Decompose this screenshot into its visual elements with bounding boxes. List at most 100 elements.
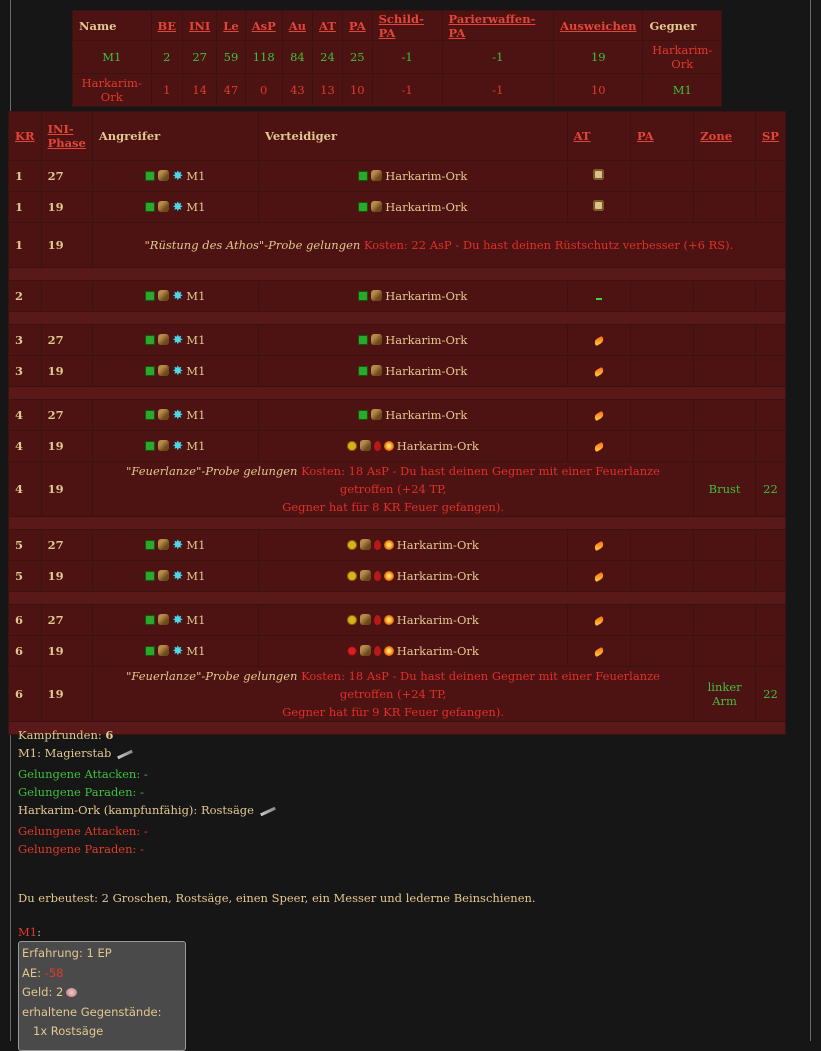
health-icon <box>145 409 156 420</box>
attacker-name[interactable]: M1 <box>186 569 205 583</box>
cell-attacker: ✸ M1 <box>91 560 259 592</box>
cell-attacker: ✸ M1 <box>91 635 259 667</box>
health-icon <box>358 202 369 212</box>
defender-name[interactable]: Harkarim-Ork <box>385 200 467 214</box>
col-le[interactable]: Le <box>216 10 246 41</box>
cell-sp <box>754 635 787 667</box>
health-icon <box>145 334 156 345</box>
spell-message-row: 6 19 "Feuerlanze"-Probe gelungen Kosten: 1… <box>8 666 787 722</box>
m1-parades: Gelungene Paraden: - <box>18 785 144 799</box>
m1-weapon-line: M1: Magierstab <box>18 746 134 760</box>
cell-defender: Harkarim-Ork <box>257 355 568 387</box>
col-asp[interactable]: AsP <box>244 10 283 41</box>
attacker-name[interactable]: M1 <box>186 613 205 627</box>
combat-row: 5 27 ✸ M1 Harkarim-Ork <box>8 529 787 561</box>
cell-sp <box>754 280 787 312</box>
cell-pa <box>629 280 695 312</box>
defender-name[interactable]: Harkarim-Ork <box>385 408 467 422</box>
stance-icon <box>158 169 170 181</box>
cell-zone <box>693 604 756 636</box>
defender-name[interactable]: Harkarim-Ork <box>397 538 479 552</box>
attacker-name[interactable]: M1 <box>186 408 205 422</box>
cell-pa <box>629 399 695 431</box>
round-separator <box>8 591 786 605</box>
defender-name[interactable]: Harkarim-Ork <box>385 364 467 378</box>
stance-icon <box>158 408 170 420</box>
fire-lance-icon <box>592 441 605 453</box>
col-be[interactable]: BE <box>150 10 183 41</box>
col-zone[interactable]: Zone <box>693 111 756 161</box>
cell-be: 1 <box>150 73 183 107</box>
cell-defender: Harkarim-Ork <box>257 324 568 356</box>
cell-at: 24 <box>312 40 343 74</box>
col-ini[interactable]: INI <box>181 10 218 41</box>
col-sp[interactable]: SP <box>754 111 787 161</box>
round-separator <box>8 267 786 281</box>
defender-name[interactable]: Harkarim-Ork <box>385 289 467 303</box>
attacker-name[interactable]: M1 <box>186 333 205 347</box>
col-at[interactable]: AT <box>312 10 343 41</box>
health-icon <box>358 366 369 376</box>
cell-defender: Harkarim-Ork <box>257 399 568 431</box>
cell-zone <box>693 399 756 431</box>
cell-at: 13 <box>312 73 343 107</box>
cell-kr: 3 <box>8 324 42 356</box>
defender-name[interactable]: Harkarim-Ork <box>397 613 479 627</box>
health-icon <box>145 365 156 376</box>
attacker-name[interactable]: M1 <box>186 439 205 453</box>
combat-row: 1 27 ✸ M1 Harkarim-Ork <box>8 160 787 192</box>
cell-defender: Harkarim-Ork <box>257 635 568 667</box>
col-kr[interactable]: KR <box>8 111 42 161</box>
cell-zone <box>693 355 756 387</box>
magic-icon: ✸ <box>172 612 184 628</box>
col-ini-phase[interactable]: INI- Phase <box>40 111 93 161</box>
burning-icon <box>383 615 394 625</box>
cell-defender: Harkarim-Ork <box>257 191 568 223</box>
col-schild-pa[interactable]: Schild-PA <box>371 10 443 41</box>
cell-at <box>566 430 631 462</box>
cell-ini: 14 <box>181 73 218 107</box>
stance-icon <box>158 439 170 451</box>
col-at[interactable]: AT <box>566 111 631 161</box>
defender-name[interactable]: Harkarim-Ork <box>397 569 479 583</box>
ork-weapon-line: Harkarim-Ork (kampfunfähig): Rostsäge <box>18 803 276 817</box>
stance-icon <box>371 334 383 345</box>
health-icon <box>145 645 156 656</box>
cell-parier: -1 <box>441 40 555 74</box>
cell-pa <box>629 635 695 667</box>
col-verteidiger: Verteidiger <box>257 111 568 161</box>
attacker-name[interactable]: M1 <box>186 169 205 183</box>
magic-icon: ✸ <box>172 643 184 659</box>
cell-ini: 27 <box>181 40 218 74</box>
cell-phase: 19 <box>40 461 93 517</box>
defender-name[interactable]: Harkarim-Ork <box>397 644 479 658</box>
defender-name[interactable]: Harkarim-Ork <box>385 169 467 183</box>
cell-kr: 3 <box>8 355 42 387</box>
col-au[interactable]: Au <box>281 10 314 41</box>
attacker-name[interactable]: M1 <box>186 289 205 303</box>
cell-asp: 118 <box>244 40 283 74</box>
items-label: erhaltene Gegenstände: <box>22 1004 162 1019</box>
stance-icon <box>359 614 371 625</box>
col-pa[interactable]: PA <box>629 111 695 161</box>
attacker-name[interactable]: M1 <box>186 644 205 658</box>
stance-icon <box>371 365 383 376</box>
stance-icon <box>371 409 383 420</box>
attacker-name[interactable]: M1 <box>186 364 205 378</box>
col-parierwaffen-pa[interactable]: Parierwaffen-PA <box>441 10 555 41</box>
health-icon <box>346 646 357 656</box>
attacker-name[interactable]: M1 <box>186 538 205 552</box>
defender-name[interactable]: Harkarim-Ork <box>397 439 479 453</box>
gold-line: Geld: 2 <box>22 983 182 1003</box>
m1-label[interactable]: M1: <box>18 925 41 939</box>
health-icon <box>346 571 357 581</box>
col-pa[interactable]: PA <box>341 10 373 41</box>
col-ausweichen[interactable]: Ausweichen <box>553 10 644 41</box>
fire-lance-icon <box>592 335 605 347</box>
cell-pa: 10 <box>341 73 373 107</box>
attacker-name[interactable]: M1 <box>186 200 205 214</box>
cell-zone <box>693 280 756 312</box>
defender-name[interactable]: Harkarim-Ork <box>385 333 467 347</box>
cell-attacker: ✸ M1 <box>91 355 259 387</box>
health-icon <box>145 201 156 212</box>
